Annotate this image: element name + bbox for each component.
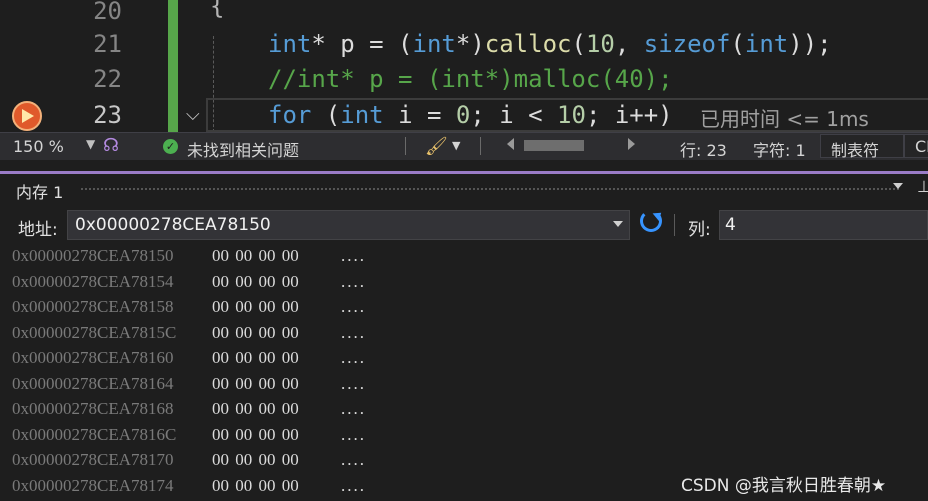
row-ascii[interactable]: .... — [341, 425, 366, 445]
line-indicator[interactable]: 行: 23 — [680, 137, 727, 161]
row-bytes[interactable]: 00 00 00 00 — [212, 323, 299, 343]
scroll-right-icon[interactable] — [628, 138, 635, 150]
watermark: CSDN @我言秋日胜春朝★ — [681, 476, 887, 496]
address-label: 地址: — [18, 220, 58, 240]
code-line-20[interactable]: 20 — [0, 0, 928, 29]
horizontal-scroll-thumb[interactable] — [524, 140, 584, 151]
row-ascii[interactable]: .... — [341, 246, 366, 266]
row-address: 0x00000278CEA78154 — [12, 271, 174, 291]
row-ascii[interactable]: .... — [341, 399, 366, 419]
address-dropdown-icon[interactable] — [613, 221, 623, 227]
row-address: 0x00000278CEA7815C — [12, 322, 177, 342]
row-address: 0x00000278CEA78168 — [12, 399, 174, 418]
scroll-left-icon[interactable] — [507, 138, 514, 150]
row-address: 0x00000278CEA78158 — [12, 297, 174, 316]
memory-window-header[interactable]: 内存 1 ⊥ — [0, 174, 928, 202]
memory-row[interactable]: 0x00000278CEA7815C 00 00 00 00.... — [0, 321, 928, 347]
memory-rows[interactable]: 0x00000278CEA78150 00 00 00 00.... 0x0000… — [0, 244, 928, 499]
line-number: 20 — [93, 0, 122, 25]
code-text[interactable]: int* p = (int*)calloc(10, sizeof(int)); — [268, 27, 832, 62]
line-number: 22 — [93, 65, 122, 93]
address-value[interactable]: 0x00000278CEA78150 — [75, 215, 271, 235]
code-cleanup-brush-icon[interactable]: 🖌 — [425, 136, 448, 157]
row-ascii[interactable]: .... — [341, 450, 366, 470]
divider — [674, 214, 675, 236]
row-bytes[interactable]: 00 00 00 00 — [212, 425, 299, 445]
row-bytes[interactable]: 00 00 00 00 — [212, 272, 299, 292]
memory-row[interactable]: 0x00000278CEA78154 00 00 00 00.... — [0, 270, 928, 296]
code-editor[interactable]: { 20 21 int* p = (int*)calloc(10, sizeof… — [0, 0, 928, 132]
char-indicator[interactable]: 字符: 1 — [753, 137, 806, 161]
row-ascii[interactable]: .... — [341, 323, 366, 343]
memory-window-title: 内存 1 — [16, 183, 64, 202]
address-input[interactable]: 0x00000278CEA78150 — [67, 210, 630, 240]
code-text[interactable]: for (int i = 0; i < 10; i++) — [268, 98, 673, 132]
row-address: 0x00000278CEA78150 — [12, 246, 174, 265]
issues-status[interactable]: 未找到相关问题 — [187, 137, 299, 161]
columns-value[interactable]: 4 — [725, 215, 736, 235]
row-bytes[interactable]: 00 00 00 00 — [212, 450, 299, 470]
editor-status-bar: 150 % ▼ ☊ ✓ 未找到相关问题 🖌 ▼ 行: 23 字符: 1 制表符 … — [0, 132, 928, 160]
row-ascii[interactable]: .... — [341, 272, 366, 292]
memory-row[interactable]: 0x00000278CEA78170 00 00 00 00.... — [0, 448, 928, 474]
row-ascii[interactable]: .... — [341, 348, 366, 368]
row-bytes[interactable]: 00 00 00 00 — [212, 297, 299, 317]
memory-row[interactable]: 0x00000278CEA78160 00 00 00 00.... — [0, 346, 928, 372]
columns-label: 列: — [688, 220, 711, 240]
row-bytes[interactable]: 00 00 00 00 — [212, 399, 299, 419]
tab-mode-button[interactable]: 制表符 — [820, 134, 904, 160]
row-ascii[interactable]: .... — [341, 374, 366, 394]
memory-row[interactable]: 0x00000278CEA78168 00 00 00 00.... — [0, 397, 928, 423]
pin-icon[interactable]: ⊥ — [917, 177, 928, 196]
line-number: 21 — [93, 30, 122, 58]
divider — [480, 137, 481, 155]
zoom-dropdown-icon[interactable]: ▼ — [86, 137, 95, 151]
refresh-icon[interactable] — [640, 210, 662, 232]
row-bytes[interactable]: 00 00 00 00 — [212, 348, 299, 368]
row-bytes[interactable]: 00 00 00 00 — [212, 246, 299, 266]
row-address: 0x00000278CEA78170 — [12, 450, 174, 469]
columns-input[interactable]: 4 — [719, 210, 928, 240]
row-bytes[interactable]: 00 00 00 00 — [212, 374, 299, 394]
perf-tip[interactable]: 已用时间 <= 1ms — [700, 103, 869, 132]
memory-row[interactable]: 0x00000278CEA78158 00 00 00 00.... — [0, 295, 928, 321]
row-bytes[interactable]: 00 00 00 00 — [212, 476, 299, 496]
code-comment[interactable]: //int* p = (int*)malloc(40); — [268, 62, 673, 97]
copilot-icon[interactable]: ☊ — [103, 135, 119, 156]
divider — [405, 137, 406, 155]
check-icon: ✓ — [163, 139, 178, 154]
code-line-22[interactable]: 22 //int* p = (int*)malloc(40); — [0, 62, 928, 97]
drag-grip[interactable] — [80, 187, 900, 191]
row-address: 0x00000278CEA78164 — [12, 373, 174, 393]
row-ascii[interactable]: .... — [341, 297, 366, 317]
row-address: 0x00000278CEA78174 — [12, 475, 174, 495]
window-options-dropdown-icon[interactable] — [893, 183, 903, 189]
row-ascii[interactable]: .... — [341, 476, 366, 496]
code-line-21[interactable]: 21 int* p = (int*)calloc(10, sizeof(int)… — [0, 27, 928, 62]
chevron-down-icon[interactable]: ▼ — [452, 139, 460, 152]
row-address: 0x00000278CEA78160 — [12, 348, 174, 367]
memory-address-bar: 地址: 0x00000278CEA78150 列: 4 — [0, 208, 928, 242]
memory-row[interactable]: 0x00000278CEA78150 00 00 00 00.... — [0, 244, 928, 270]
line-ending-button[interactable]: CI — [904, 134, 928, 158]
zoom-level[interactable]: 150 % — [13, 137, 64, 156]
row-address: 0x00000278CEA7816C — [12, 424, 177, 444]
line-number: 23 — [93, 101, 122, 129]
memory-row[interactable]: 0x00000278CEA7816C 00 00 00 00.... — [0, 423, 928, 449]
memory-row[interactable]: 0x00000278CEA78164 00 00 00 00.... — [0, 372, 928, 398]
